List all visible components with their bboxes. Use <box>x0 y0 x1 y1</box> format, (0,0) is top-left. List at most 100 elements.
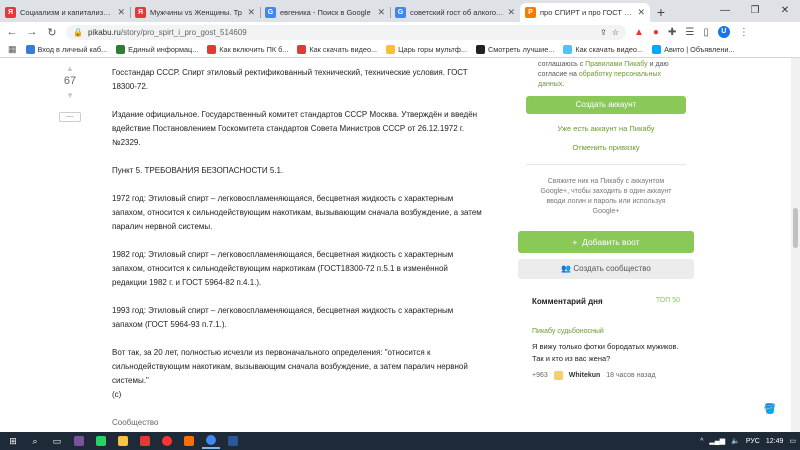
google-link-note: Свяжите ник на Пикабу с аккаунтом Google… <box>540 178 672 215</box>
upvote-icon[interactable]: ▲ <box>56 64 84 73</box>
chrome-icon[interactable] <box>202 433 220 449</box>
task-view-icon[interactable]: ▭ <box>48 433 66 449</box>
new-tab-button[interactable]: + <box>650 3 672 22</box>
keyboard-language[interactable]: РУС <box>746 438 760 445</box>
top50-link[interactable]: ТОП 50 <box>656 297 680 306</box>
share-icon[interactable]: ⇪ <box>600 28 607 37</box>
vote-panel: ▲ 67 ▼ — <box>56 64 84 122</box>
volume-icon[interactable]: 🔈 <box>731 437 740 445</box>
window-controls: — ❐ ✕ <box>710 0 800 22</box>
whatsapp-icon[interactable] <box>92 433 110 449</box>
tab-socialism[interactable]: Я Социализм и капитализм (с ✕ <box>0 3 130 22</box>
back-icon[interactable]: ← <box>6 26 18 38</box>
extension-icons: ▲ ● ✚ ☰ ▯ U ⋮ <box>634 26 749 38</box>
yandex-favicon-icon: Я <box>5 7 16 18</box>
yandex-browser-icon[interactable] <box>158 433 176 449</box>
close-tab-icon[interactable]: ✕ <box>637 7 645 18</box>
comment-text[interactable]: Я вижу только фотки бородатых мужиков. Т… <box>532 341 680 365</box>
add-post-button[interactable]: + Добавить воот <box>518 231 694 253</box>
comment-time: 18 часов назад <box>606 372 656 379</box>
bookmark-item[interactable]: Авито | Объявлени... <box>652 45 735 54</box>
post-body: Госстандар СССР. Спирт этиловый ректифик… <box>112 66 482 416</box>
media-icon[interactable] <box>136 433 154 449</box>
bookmarks-bar: ▦ Вход в личный каб... Единый информац..… <box>0 42 800 58</box>
browser-toolbar: ← → ↻ 🔒 pikabu.ru/story/pro_spirt_i_pro_… <box>0 22 800 42</box>
bookmark-icon <box>25 45 35 54</box>
bookmark-item[interactable]: Царь горы мультф... <box>386 45 467 54</box>
downvote-icon[interactable]: ▼ <box>56 91 84 100</box>
create-account-button[interactable]: Создать аккаунт <box>526 96 686 114</box>
bookmark-icon <box>297 45 307 54</box>
bookmark-item[interactable]: Как скачать видео... <box>297 45 377 54</box>
bookmark-item[interactable]: Как скачать видео... <box>563 45 643 54</box>
close-tab-icon[interactable]: ✕ <box>377 7 385 18</box>
app-icon[interactable] <box>180 433 198 449</box>
rules-link[interactable]: Правилами Пикабу <box>585 61 648 68</box>
bookmark-star-icon[interactable]: ☆ <box>612 28 619 37</box>
bookmark-icon <box>652 45 662 54</box>
side-panel-icon[interactable]: ▯ <box>703 27 709 38</box>
tab-title: евгеника - Поиск в Google <box>280 8 371 17</box>
close-window-icon[interactable]: ✕ <box>770 0 800 22</box>
tab-eugenics-search[interactable]: G евгеника - Поиск в Google ✕ <box>260 3 390 22</box>
page-content: ▲ 67 ▼ — Госстандар СССР. Спирт этиловый… <box>0 58 800 432</box>
lock-icon: 🔒 <box>73 27 83 37</box>
windows-start-icon[interactable]: ⊞ <box>4 433 22 449</box>
close-tab-icon[interactable]: ✕ <box>117 7 125 18</box>
forward-icon[interactable]: → <box>26 26 38 38</box>
scrollbar-thumb[interactable] <box>793 208 798 248</box>
bookmark-item[interactable]: Вход в личный каб... <box>25 45 107 54</box>
bookmark-item[interactable]: Смотреть лучшие... <box>476 45 554 54</box>
network-icon[interactable]: ▂▄▆ <box>709 437 725 445</box>
menu-icon[interactable]: ⋮ <box>739 27 749 38</box>
right-sidebar: соглашаюсь с Правилами Пикабу и даю согл… <box>518 58 694 386</box>
comment-community-link[interactable]: Пикабу судьбоносный <box>532 328 680 335</box>
bookmark-icon <box>116 45 126 54</box>
profile-avatar[interactable]: U <box>717 26 730 38</box>
collapse-post-button[interactable]: — <box>59 112 81 122</box>
clock[interactable]: 12:49 <box>766 438 784 445</box>
user-avatar[interactable] <box>553 371 563 380</box>
system-tray: ^ ▂▄▆ 🔈 РУС 12:49 ▭ <box>700 437 796 446</box>
word-icon[interactable] <box>224 433 242 449</box>
plus-icon: + <box>572 237 578 247</box>
post-paragraph: 1982 год: Этиловый спирт – легковоспламе… <box>112 250 454 287</box>
tab-men-women[interactable]: Я Мужчины vs Женщины. Тр ✕ <box>130 3 260 22</box>
post-paragraph: Госстандар СССР. Спирт этиловый ректифик… <box>112 68 468 91</box>
notifications-icon[interactable]: ▭ <box>789 437 796 445</box>
cancel-binding-link[interactable]: Отменить привязку <box>526 143 686 152</box>
tab-pikabu-active[interactable]: P про СПИРТ и про ГОСТ | Пи ✕ <box>520 3 650 22</box>
bookmark-item[interactable]: Единый информац... <box>116 45 198 54</box>
close-tab-icon[interactable]: ✕ <box>247 7 255 18</box>
url-path: /story/pro_spirt_i_pro_gost_514609 <box>120 27 247 37</box>
have-account-link[interactable]: Уже есть аккаунт на Пикабу <box>526 124 686 133</box>
page-scrollbar[interactable] <box>791 58 800 432</box>
apps-icon[interactable]: ▦ <box>8 44 17 55</box>
folder-icon[interactable] <box>114 433 132 449</box>
community-label: Сообщество <box>112 418 159 427</box>
bookmark-item[interactable]: Как включить ПК б... <box>207 45 288 54</box>
paint-bucket-icon[interactable]: 🪣 <box>764 404 776 415</box>
maximize-icon[interactable]: ❐ <box>740 0 770 22</box>
viber-icon[interactable] <box>70 433 88 449</box>
puzzle-icon[interactable]: ✚ <box>668 27 676 38</box>
reload-icon[interactable]: ↻ <box>46 26 58 39</box>
reading-list-icon[interactable]: ☰ <box>685 27 694 38</box>
google-favicon-icon: G <box>395 7 406 18</box>
extension-icon[interactable]: ● <box>653 27 659 38</box>
tray-expand-icon[interactable]: ^ <box>700 438 703 445</box>
address-bar[interactable]: 🔒 pikabu.ru/story/pro_spirt_i_pro_gost_5… <box>66 24 626 40</box>
minimize-icon[interactable]: — <box>710 0 740 22</box>
bookmark-icon <box>207 45 217 54</box>
close-tab-icon[interactable]: ✕ <box>507 7 515 18</box>
tab-title: Социализм и капитализм (с <box>20 8 114 17</box>
post-paragraph: Пункт 5. ТРЕБОВАНИЯ БЕЗОПАСНОСТИ 5.1. <box>112 166 284 175</box>
create-community-button[interactable]: 👥 Создать сообщество <box>518 259 694 279</box>
tab-title: про СПИРТ и про ГОСТ | Пи <box>540 8 634 17</box>
comment-author[interactable]: Whitekun <box>569 372 601 379</box>
extension-icon[interactable]: ▲ <box>634 27 644 38</box>
bookmark-icon <box>563 45 573 54</box>
search-icon[interactable]: ⌕ <box>26 433 44 449</box>
tab-gost-search[interactable]: G советский гост об алкоголе ✕ <box>390 3 520 22</box>
post-paragraph: Вот так, за 20 лет, полностью исчезли из… <box>112 348 468 385</box>
